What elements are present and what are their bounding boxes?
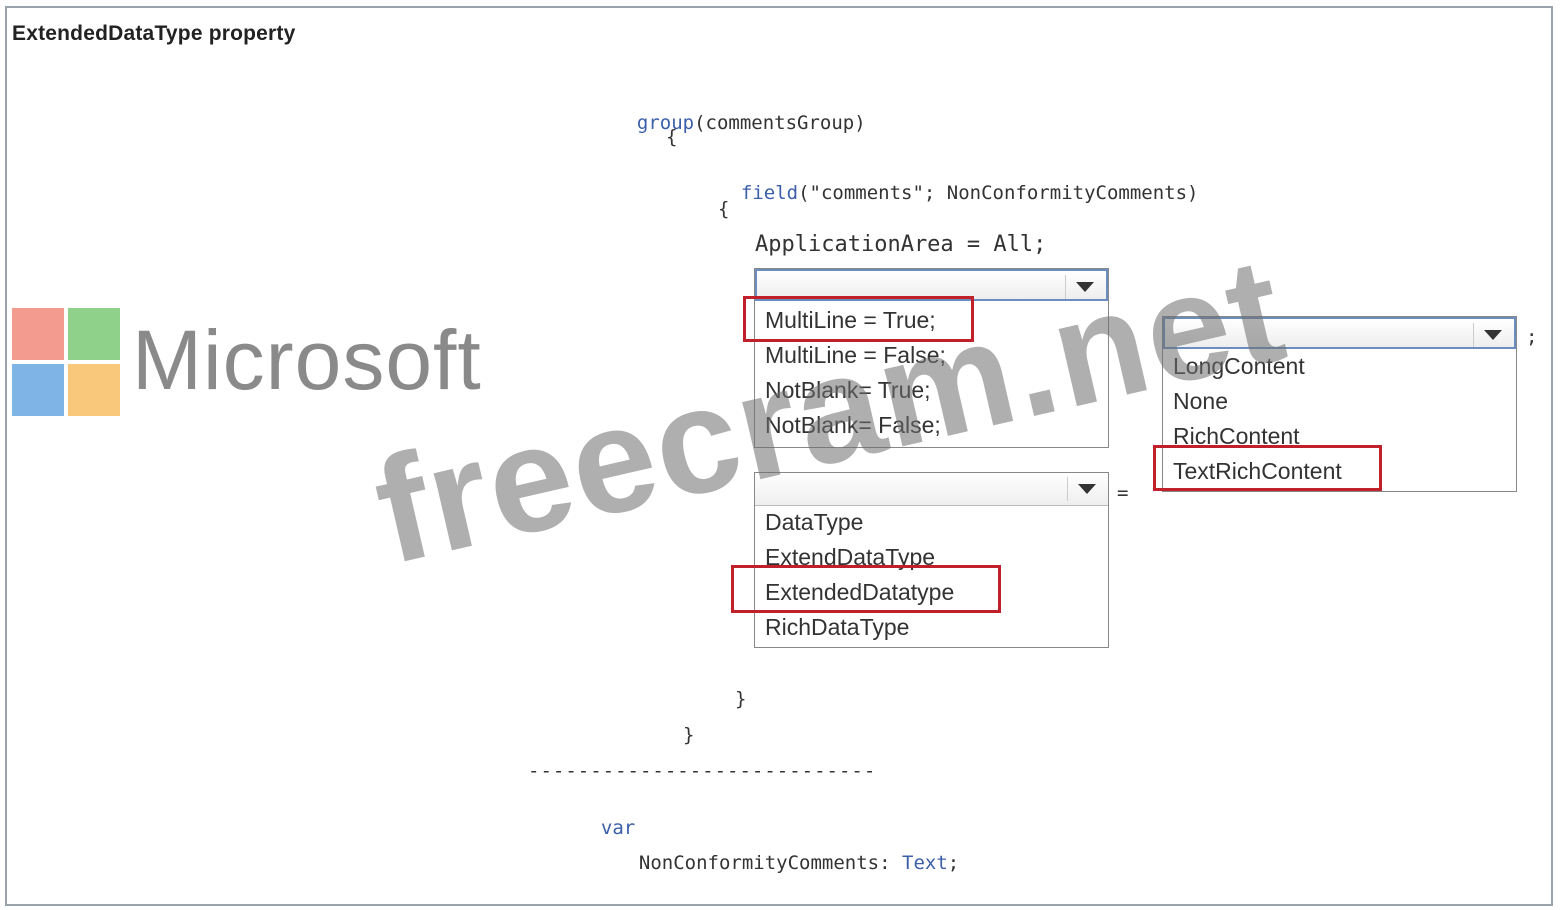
code-separator: ---------------------------- (528, 760, 877, 782)
code-field-args: ("comments"; NonConformityComments) (798, 182, 1199, 204)
code-field-keyword: field (740, 182, 799, 204)
code-brace-close-1: } (683, 724, 695, 746)
code-equals-sign: = (1117, 482, 1129, 504)
code-brace-open-1: { (666, 126, 678, 148)
dropdown-2-option[interactable]: DataType (765, 509, 863, 536)
code-group-args: (commentsGroup) (694, 112, 866, 134)
chevron-down-icon[interactable] (1078, 484, 1096, 494)
dropdown-3-separator (1473, 323, 1474, 347)
ms-logo-green-square (68, 308, 120, 360)
code-var-declaration: NonConformityComments: Text; (616, 830, 959, 874)
var-type: Text (902, 852, 948, 874)
ms-logo-text: Microsoft (132, 313, 482, 407)
code-group-line: group(commentsGroup) (614, 90, 866, 134)
code-semicolon: ; (1526, 326, 1538, 348)
ms-logo-yellow-square (68, 364, 120, 416)
code-applicationarea-line: ApplicationArea = All; (755, 232, 1047, 257)
answer-highlight-dropdown-2 (731, 565, 1001, 613)
ms-logo-red-square (12, 308, 64, 360)
dropdown-2-separator (1067, 477, 1068, 501)
page-title: ExtendedDataType property (12, 22, 296, 45)
code-brace-open-2: { (718, 198, 730, 220)
code-field-line: field("comments"; NonConformityComments) (718, 160, 1199, 204)
ms-logo-blue-square (12, 364, 64, 416)
var-end: ; (947, 852, 960, 874)
answer-highlight-dropdown-3 (1153, 445, 1382, 491)
code-brace-close-2: } (735, 688, 747, 710)
var-name: NonConformityComments: (638, 852, 902, 874)
dropdown-2-option[interactable]: RichDataType (765, 614, 909, 641)
chevron-down-icon[interactable] (1484, 330, 1502, 340)
